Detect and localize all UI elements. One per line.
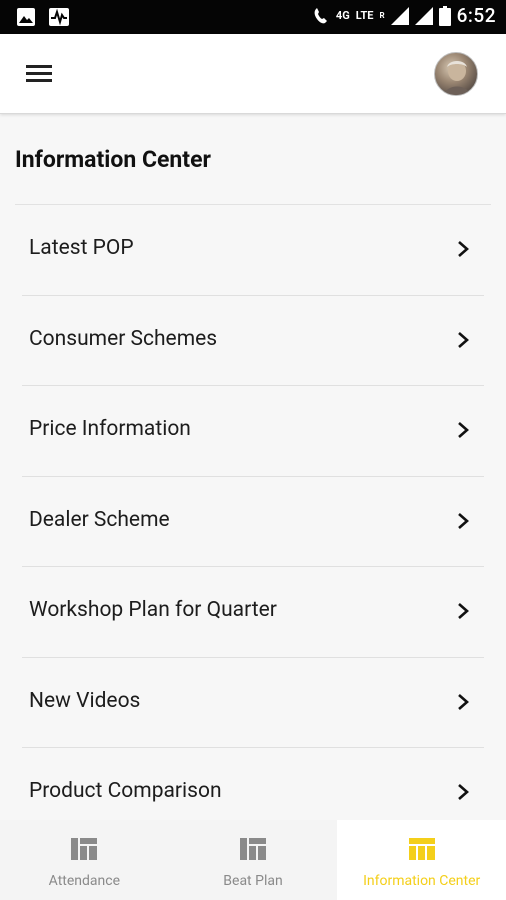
menu-item-latest-pop[interactable]: Latest POP xyxy=(0,205,506,296)
app-bar xyxy=(0,34,506,114)
chevron-right-icon xyxy=(458,422,469,438)
notification-icons xyxy=(16,7,70,27)
page-title: Information Center xyxy=(15,146,211,173)
tab-label: Beat Plan xyxy=(223,873,283,889)
tab-attendance[interactable]: Attendance xyxy=(0,820,169,900)
status-bar: 4G LTE R 6:52 xyxy=(0,0,506,34)
dashboard-icon xyxy=(71,838,98,860)
bottom-navigation: Attendance Beat Plan Information Center xyxy=(0,820,506,900)
menu-item-new-videos[interactable]: New Videos xyxy=(0,658,506,748)
signal-icon xyxy=(414,6,433,25)
chevron-right-icon xyxy=(458,331,469,348)
avatar-image xyxy=(443,61,471,95)
tab-beat-plan[interactable]: Beat Plan xyxy=(169,820,338,900)
clock: 6:52 xyxy=(456,4,496,27)
menu-item-label: Latest POP xyxy=(29,236,134,260)
dashboard-icon xyxy=(240,838,266,860)
menu-item-consumer-schemes[interactable]: Consumer Schemes xyxy=(0,296,506,386)
network-type-label: 4G xyxy=(335,9,350,22)
roaming-label: R xyxy=(379,11,385,20)
image-notification-icon xyxy=(17,8,35,26)
menu-item-label: New Videos xyxy=(29,688,141,713)
dashboard-icon xyxy=(408,838,435,860)
user-avatar[interactable] xyxy=(434,52,478,96)
tab-label: Attendance xyxy=(48,873,120,889)
menu-item-workshop-plan[interactable]: Workshop Plan for Quarter xyxy=(0,567,506,658)
menu-item-label: Price Information xyxy=(29,417,191,441)
system-icons: 4G LTE R 6:52 xyxy=(312,4,496,27)
activity-notification-icon xyxy=(49,8,69,26)
chevron-right-icon xyxy=(458,512,469,529)
lte-label: LTE xyxy=(355,9,374,22)
chevron-right-icon xyxy=(458,241,469,257)
tab-label: Information Center xyxy=(363,873,481,889)
chevron-right-icon xyxy=(458,693,469,710)
chevron-right-icon xyxy=(458,784,469,800)
menu-item-dealer-scheme[interactable]: Dealer Scheme xyxy=(0,477,506,567)
signal-icon xyxy=(390,6,409,25)
battery-icon xyxy=(438,5,451,26)
menu-item-label: Dealer Scheme xyxy=(29,507,170,532)
tab-information-center[interactable]: Information Center xyxy=(337,820,506,900)
menu-item-label: Consumer Schemes xyxy=(29,326,218,351)
wifi-calling-icon xyxy=(314,7,327,23)
menu-item-label: Workshop Plan for Quarter xyxy=(29,598,277,622)
hamburger-menu-icon[interactable] xyxy=(24,61,56,87)
menu-item-price-information[interactable]: Price Information xyxy=(0,386,506,477)
menu-item-label: Product Comparison xyxy=(29,779,222,803)
chevron-right-icon xyxy=(458,603,469,619)
information-menu-list: Latest POP Consumer Schemes Price Inform… xyxy=(0,205,506,839)
